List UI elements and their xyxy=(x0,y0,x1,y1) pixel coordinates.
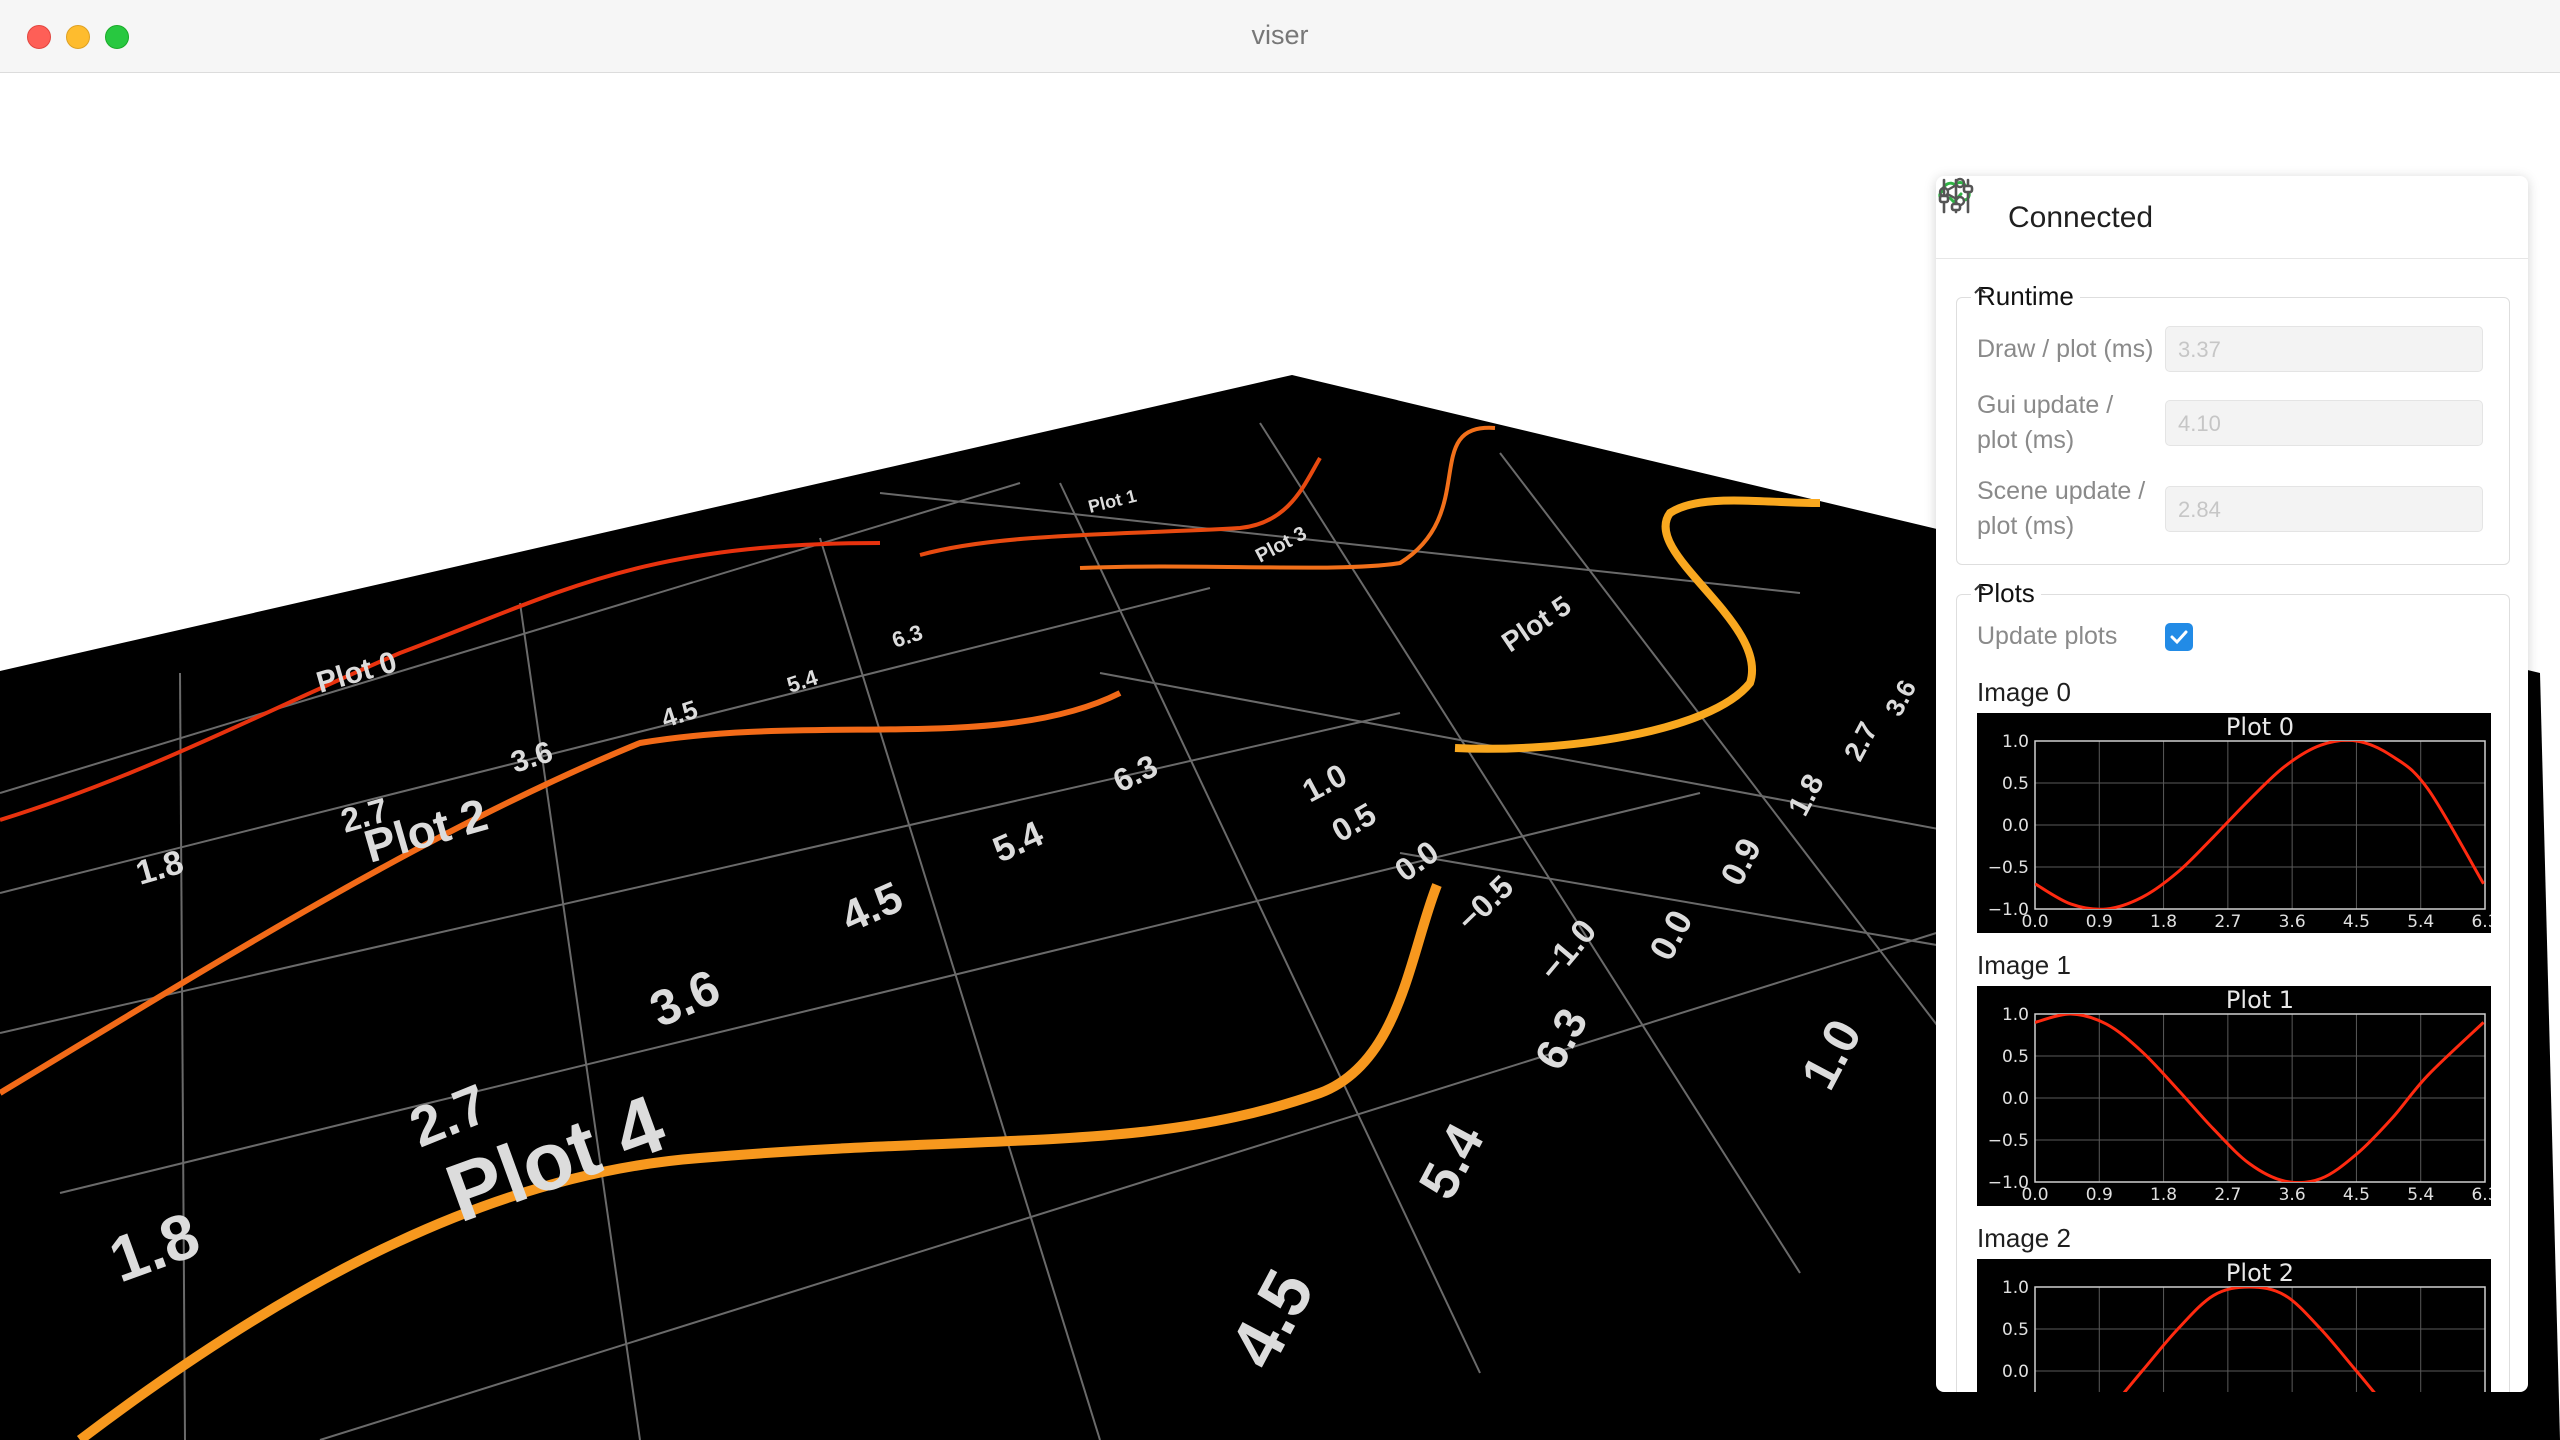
plot-title: Plot 0 xyxy=(2226,713,2294,741)
runtime-section-toggle[interactable]: Runtime xyxy=(1971,281,2080,312)
y-tick-label: −1.0 xyxy=(1988,1173,2029,1193)
plot-1-chart: 0.00.91.82.73.64.55.46.31.00.50.0−0.5−1.… xyxy=(1988,986,2491,1205)
x-tick-label: 6.3 xyxy=(2471,1185,2491,1205)
plot-image-2: 0.00.91.82.73.64.55.46.31.00.50.0−0.5−1.… xyxy=(1977,1259,2491,1392)
update-plots-checkbox[interactable] xyxy=(2165,623,2193,651)
plot-2-chart: 0.00.91.82.73.64.55.46.31.00.50.0−0.5−1.… xyxy=(2002,1259,2486,1392)
plot-frame xyxy=(2034,1286,2486,1392)
x-tick-label: 0.9 xyxy=(2086,1185,2113,1205)
y-tick-label: 1.0 xyxy=(2002,1005,2029,1025)
draw-plot-field[interactable]: 3.37 xyxy=(2165,326,2483,372)
plot-image-0: 0.00.91.82.73.64.55.46.31.00.50.0−0.5−1.… xyxy=(1977,713,2491,933)
3d-viewport[interactable]: Plot 0 Plot 1 Plot 2 Plot 3 Plot 4 Plot … xyxy=(0,73,2560,1440)
plot-0-chart: 0.00.91.82.73.64.55.46.31.00.50.0−0.5−1.… xyxy=(1988,713,2491,932)
y-tick-label: 0.5 xyxy=(2002,1047,2029,1067)
x-tick-label: 3.6 xyxy=(2279,912,2306,932)
image-0-label: Image 0 xyxy=(1977,677,2071,707)
plots-section: Plots Update plots Image 0 0.0 0.9 1.8 2.7 3… xyxy=(1956,578,2510,1392)
x-tick-label: 2.7 xyxy=(2214,1185,2241,1205)
check-icon xyxy=(2170,630,2188,645)
image-1-label: Image 1 xyxy=(1977,950,2071,980)
x-tick-label: 1.8 xyxy=(2150,912,2177,932)
y-tick-label: 0.0 xyxy=(2002,816,2029,836)
plots-section-toggle[interactable]: Plots xyxy=(1971,578,2041,609)
x-tick-label: 3.6 xyxy=(2279,1185,2306,1205)
title-bar: viser xyxy=(0,0,2560,73)
x-tick-label: 1.8 xyxy=(2150,1185,2177,1205)
image-2-label: Image 2 xyxy=(1977,1223,2071,1253)
chevron-up-icon xyxy=(1974,583,1986,591)
y-tick-label: 1.0 xyxy=(2002,1278,2029,1298)
x-tick-label: 6.3 xyxy=(2471,912,2491,932)
y-tick-label: −0.5 xyxy=(1988,1131,2029,1151)
chevron-up-icon xyxy=(1974,286,1986,294)
y-tick-label: −1.0 xyxy=(1988,900,2029,920)
scene-update-field[interactable]: 2.84 xyxy=(2165,486,2483,532)
x-tick-label: 2.7 xyxy=(2214,912,2241,932)
plot-title: Plot 1 xyxy=(2226,986,2294,1014)
draw-plot-label: Draw / plot (ms) xyxy=(1977,335,2154,363)
window-title: viser xyxy=(1251,20,1309,50)
y-tick-label: 0.5 xyxy=(2002,774,2029,794)
sliders-icon[interactable] xyxy=(1936,176,1976,216)
y-tick-label: 0.0 xyxy=(2002,1362,2029,1382)
update-plots-label: Update plots xyxy=(1977,622,2118,650)
y-tick-label: 0.0 xyxy=(2002,1089,2029,1109)
control-panel: Connected Runtime Draw / plot (ms) 3.37 … xyxy=(1936,176,2528,1392)
gui-update-field[interactable]: 4.10 xyxy=(2165,400,2483,446)
app-window: viser Plot 0 Plot 1 Plot 2 Plot 3 Plot 4… xyxy=(0,0,2560,1440)
runtime-title: Runtime xyxy=(1977,281,2074,311)
y-tick-label: 0.5 xyxy=(2002,1320,2029,1340)
x-tick-label: 4.5 xyxy=(2343,912,2370,932)
connection-status: Connected xyxy=(2008,201,2154,234)
x-tick-label: 5.4 xyxy=(2407,1185,2434,1205)
x-tick-label: 0.9 xyxy=(2086,912,2113,932)
plot-image-1: 0.00.91.82.73.64.55.46.31.00.50.0−0.5−1.… xyxy=(1977,986,2491,1206)
y-tick-label: 1.0 xyxy=(2002,732,2029,752)
x-tick-label: 5.4 xyxy=(2407,912,2434,932)
panel-header: Connected xyxy=(1936,176,2528,259)
gui-update-label: Gui update / plot (ms) xyxy=(1977,391,2114,454)
x-tick-label: 4.5 xyxy=(2343,1185,2370,1205)
scene-update-label: Scene update / plot (ms) xyxy=(1977,477,2146,540)
plot-title: Plot 2 xyxy=(2226,1259,2294,1287)
series-line xyxy=(2122,1287,2376,1392)
y-tick-label: −0.5 xyxy=(1988,858,2029,878)
runtime-section: Runtime Draw / plot (ms) 3.37 Gui update… xyxy=(1956,281,2510,565)
